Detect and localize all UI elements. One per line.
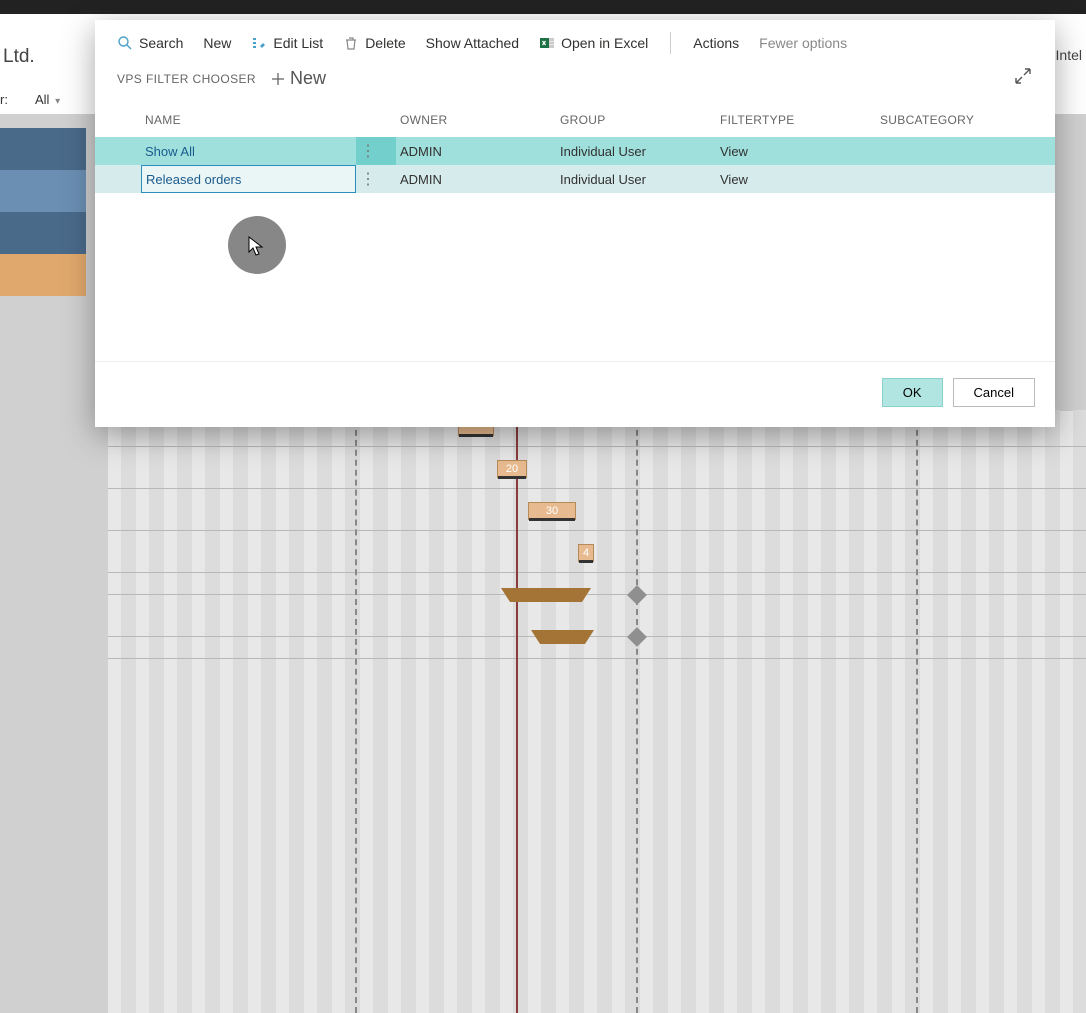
cell-name[interactable]: Released orders bbox=[141, 165, 356, 193]
gantt-chart: 20 30 4 bbox=[108, 410, 1086, 1013]
search-icon bbox=[117, 35, 133, 51]
grid-row[interactable]: Show All ⋮ ADMIN Individual User View bbox=[95, 137, 1055, 165]
expand-button[interactable] bbox=[1013, 66, 1033, 89]
task-label: 4 bbox=[583, 547, 589, 559]
task-label: 30 bbox=[546, 505, 558, 517]
grid-row[interactable]: Released orders ⋮ ADMIN Individual User … bbox=[95, 165, 1055, 193]
chevron-down-icon: ▾ bbox=[55, 96, 60, 107]
today-line bbox=[516, 410, 518, 1013]
gantt-summary[interactable] bbox=[540, 630, 585, 644]
edit-list-label: Edit List bbox=[273, 35, 323, 51]
toolbar-separator bbox=[670, 32, 671, 54]
show-attached-button[interactable]: Show Attached bbox=[426, 35, 519, 51]
fewer-options-button[interactable]: Fewer options bbox=[759, 35, 847, 51]
open-excel-button[interactable]: Open in Excel bbox=[539, 35, 648, 51]
row-menu-button[interactable]: ⋮ bbox=[356, 137, 396, 165]
new-record-button[interactable]: New bbox=[270, 68, 326, 89]
company-label: Ltd. bbox=[3, 46, 35, 68]
col-group[interactable]: GROUP bbox=[556, 103, 716, 137]
new-button[interactable]: New bbox=[203, 35, 231, 51]
actions-menu[interactable]: Actions bbox=[693, 35, 739, 51]
row-menu-button[interactable]: ⋮ bbox=[356, 165, 396, 193]
cell-owner: ADMIN bbox=[396, 137, 556, 165]
ok-button[interactable]: OK bbox=[882, 378, 943, 407]
task-label: 20 bbox=[506, 463, 518, 475]
dialog-footer: OK Cancel bbox=[95, 361, 1055, 427]
col-subcategory[interactable]: SUBCATEGORY bbox=[876, 103, 1036, 137]
edit-list-icon bbox=[251, 35, 267, 51]
plus-icon bbox=[270, 71, 286, 87]
gantt-summary[interactable] bbox=[510, 588, 582, 602]
filter-chooser-dialog: Search New Edit List Delete Show Attache… bbox=[95, 20, 1055, 427]
cell-subcategory bbox=[876, 165, 1036, 193]
window-titlebar bbox=[0, 0, 1086, 14]
breadcrumb: VPS FILTER CHOOSER bbox=[117, 72, 256, 86]
right-label: Intel bbox=[1056, 47, 1082, 63]
trash-icon bbox=[343, 35, 359, 51]
cell-owner: ADMIN bbox=[396, 165, 556, 193]
new-label: New bbox=[290, 68, 326, 89]
gantt-grid bbox=[108, 410, 1086, 1013]
edit-list-button[interactable]: Edit List bbox=[251, 35, 323, 51]
excel-icon bbox=[539, 35, 555, 51]
dialog-subheader: VPS FILTER CHOOSER New bbox=[95, 64, 1055, 103]
gantt-task[interactable]: 30 bbox=[528, 502, 576, 520]
filter-label: r: bbox=[0, 92, 8, 107]
search-label: Search bbox=[139, 35, 183, 51]
bg-left-bars bbox=[0, 128, 86, 296]
cell-filtertype: View bbox=[716, 137, 876, 165]
col-owner[interactable]: OWNER bbox=[396, 103, 556, 137]
filter-grid: NAME OWNER GROUP FILTERTYPE SUBCATEGORY … bbox=[95, 103, 1055, 361]
dialog-toolbar: Search New Edit List Delete Show Attache… bbox=[95, 20, 1055, 64]
filter-value[interactable]: All ▾ bbox=[35, 92, 60, 107]
cell-filtertype: View bbox=[716, 165, 876, 193]
gantt-task[interactable]: 20 bbox=[497, 460, 527, 478]
cell-name[interactable]: Show All bbox=[141, 137, 356, 165]
search-button[interactable]: Search bbox=[117, 35, 183, 51]
open-excel-label: Open in Excel bbox=[561, 35, 648, 51]
col-name[interactable]: NAME bbox=[141, 103, 356, 137]
delete-label: Delete bbox=[365, 35, 405, 51]
cancel-button[interactable]: Cancel bbox=[953, 378, 1035, 407]
delete-button[interactable]: Delete bbox=[343, 35, 405, 51]
col-filtertype[interactable]: FILTERTYPE bbox=[716, 103, 876, 137]
expand-icon bbox=[1013, 66, 1033, 86]
gantt-task[interactable]: 4 bbox=[578, 544, 594, 562]
cell-group: Individual User bbox=[556, 137, 716, 165]
cell-group: Individual User bbox=[556, 165, 716, 193]
grid-header: NAME OWNER GROUP FILTERTYPE SUBCATEGORY bbox=[95, 103, 1055, 137]
cell-subcategory bbox=[876, 137, 1036, 165]
